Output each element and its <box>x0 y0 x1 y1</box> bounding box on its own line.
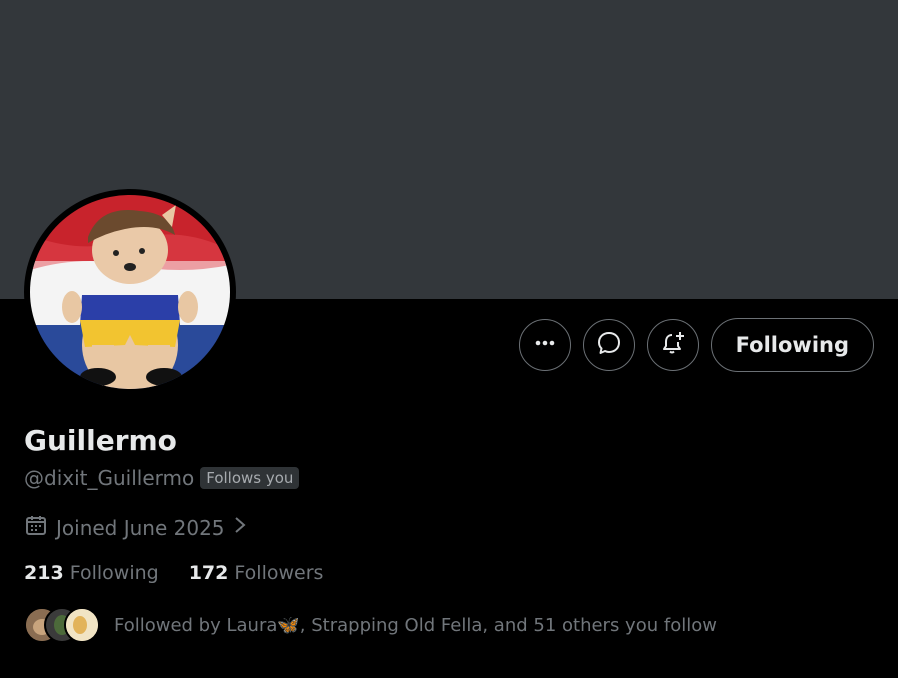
follow-stats: 213 Following 172 Followers <box>24 562 323 584</box>
mutual-avatars <box>24 607 100 643</box>
message-icon <box>596 330 622 360</box>
followed-by-text: Followed by Laura🦋, Strapping Old Fella,… <box>114 614 717 636</box>
followers-label: Followers <box>234 562 324 584</box>
joined-date: Joined June 2025 <box>56 515 225 540</box>
chevron-right-icon <box>233 515 247 540</box>
bell-plus-icon <box>660 330 686 360</box>
following-count: 213 <box>24 562 64 584</box>
calendar-icon <box>24 513 48 542</box>
joined-row[interactable]: Joined June 2025 <box>24 513 247 542</box>
message-button[interactable] <box>582 319 635 371</box>
profile-actions: Following <box>518 318 874 372</box>
ellipsis-icon <box>534 332 556 358</box>
following-stat[interactable]: 213 Following <box>24 562 159 584</box>
followers-count: 172 <box>188 562 229 584</box>
handle-row: @dixit_Guillermo Follows you <box>24 466 300 490</box>
followers-you-know[interactable]: Followed by Laura🦋, Strapping Old Fella,… <box>24 607 717 643</box>
notifications-button[interactable] <box>646 319 699 371</box>
followers-stat[interactable]: 172 Followers <box>189 562 324 584</box>
display-name: Guillermo <box>24 424 177 457</box>
follows-you-badge: Follows you <box>200 467 300 489</box>
profile-avatar[interactable] <box>24 189 236 395</box>
avatar-image <box>30 195 230 389</box>
user-handle: @dixit_Guillermo <box>24 466 195 490</box>
following-label: Following <box>69 562 159 584</box>
more-button[interactable] <box>518 319 571 371</box>
following-button[interactable]: Following <box>710 318 874 372</box>
mutual-avatar <box>64 607 100 643</box>
